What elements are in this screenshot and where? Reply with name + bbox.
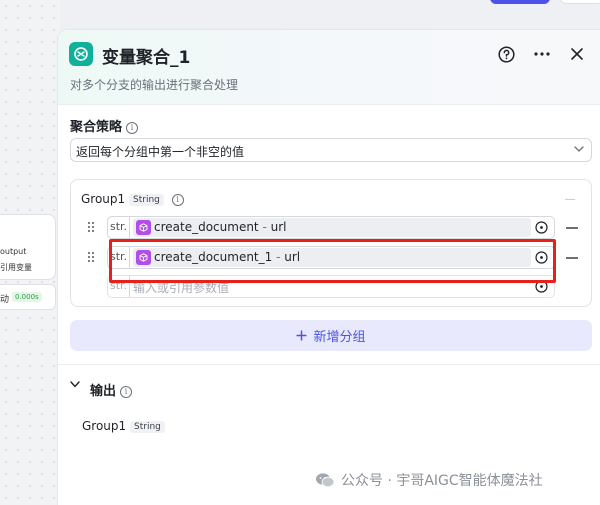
group-card: Group1 String i str. create_document - u… [70,179,592,307]
variable-merge-icon [69,42,93,66]
strategy-selected-value: 返回每个分组中第一个非空的值 [76,145,245,159]
canvas-node-status: 动 0.000s [0,284,56,310]
strategy-select[interactable]: 返回每个分组中第一个非空的值 [70,138,592,162]
new-variable-row[interactable]: str. 输入或引用参数值 [107,275,555,298]
watermark: 公众号 · 宇哥AIGC智能体魔法社 [315,470,543,490]
variable-reference[interactable]: create_document - url [133,218,531,237]
target-select-icon[interactable] [535,280,548,293]
chevron-down-icon[interactable] [70,381,80,388]
help-circle-icon[interactable] [495,43,517,65]
ref-field-name: url [284,250,301,264]
ref-separator: - [272,250,285,264]
panel-description: 对多个分支的输出进行聚合处理 [70,78,239,92]
target-select-icon[interactable] [535,251,548,264]
panel-title[interactable]: 变量聚合_1 [102,43,190,68]
output-name: Group1 [82,419,127,433]
new-variable-placeholder[interactable]: 输入或引用参数值 [133,279,229,296]
watermark-text: 公众号 · 宇哥AIGC智能体魔法社 [341,473,543,489]
output-label-text: 输出 [90,384,117,399]
var-type-label[interactable]: str. [108,276,130,297]
node-cube-icon [136,250,151,265]
ref-node-name: create_document_1 [154,250,273,264]
output-type-tag: String [130,420,165,433]
info-icon[interactable]: i [120,385,133,398]
node-cube-icon [136,220,151,235]
output-item: Group1 String [82,419,165,433]
close-icon[interactable] [566,43,588,65]
remove-row-button[interactable] [566,227,578,229]
drag-handle-icon[interactable] [87,251,95,263]
drag-handle-icon[interactable] [87,221,95,233]
add-group-label: 新增分组 [313,330,366,345]
node-status-text: 动 [0,295,10,305]
group-name[interactable]: Group1 [81,192,125,206]
ref-separator: - [258,220,271,234]
ref-node-name: create_document [154,220,259,234]
node-var-label: 引用变量 [0,263,32,272]
section-divider [58,364,600,365]
variable-row[interactable]: str. create_document - url [107,216,555,239]
info-icon[interactable]: i [171,193,184,206]
add-group-button[interactable]: 新增分组 [70,320,592,351]
var-type-label[interactable]: str. [108,217,130,238]
wechat-icon [316,473,335,488]
node-output-label: output [0,247,27,256]
var-type-label[interactable]: str. [108,247,130,268]
group-header: Group1 String i [81,192,184,206]
toolbar-primary-button[interactable] [490,0,550,4]
variable-row[interactable]: str. create_document_1 - url [107,246,555,269]
ref-field-name: url [270,220,287,234]
strategy-label-text: 聚合策略 [70,120,123,135]
target-select-icon[interactable] [535,221,548,234]
toolbar-secondary-button[interactable] [560,0,600,4]
info-icon[interactable]: i [126,121,139,134]
remove-row-button[interactable] [566,257,578,259]
canvas-node-card[interactable]: output 引用变量 [0,214,56,280]
strategy-label: 聚合策略 i [70,116,139,135]
panel-header: 变量聚合_1 对多个分支的输出进行聚合处理 [58,30,600,105]
variable-reference[interactable]: create_document_1 - url [133,248,531,267]
node-time-badge: 0.000s [12,292,42,302]
chevron-down-icon [574,146,584,152]
node-config-panel: 变量聚合_1 对多个分支的输出进行聚合处理 聚合策略 i 返回每个分组中第一个非空… [57,29,600,505]
output-label: 输出 i [90,380,133,399]
group-type-tag: String [129,193,164,206]
group-collapse-icon[interactable] [565,199,575,200]
plus-icon [296,330,307,341]
more-dots-icon[interactable] [531,43,553,65]
